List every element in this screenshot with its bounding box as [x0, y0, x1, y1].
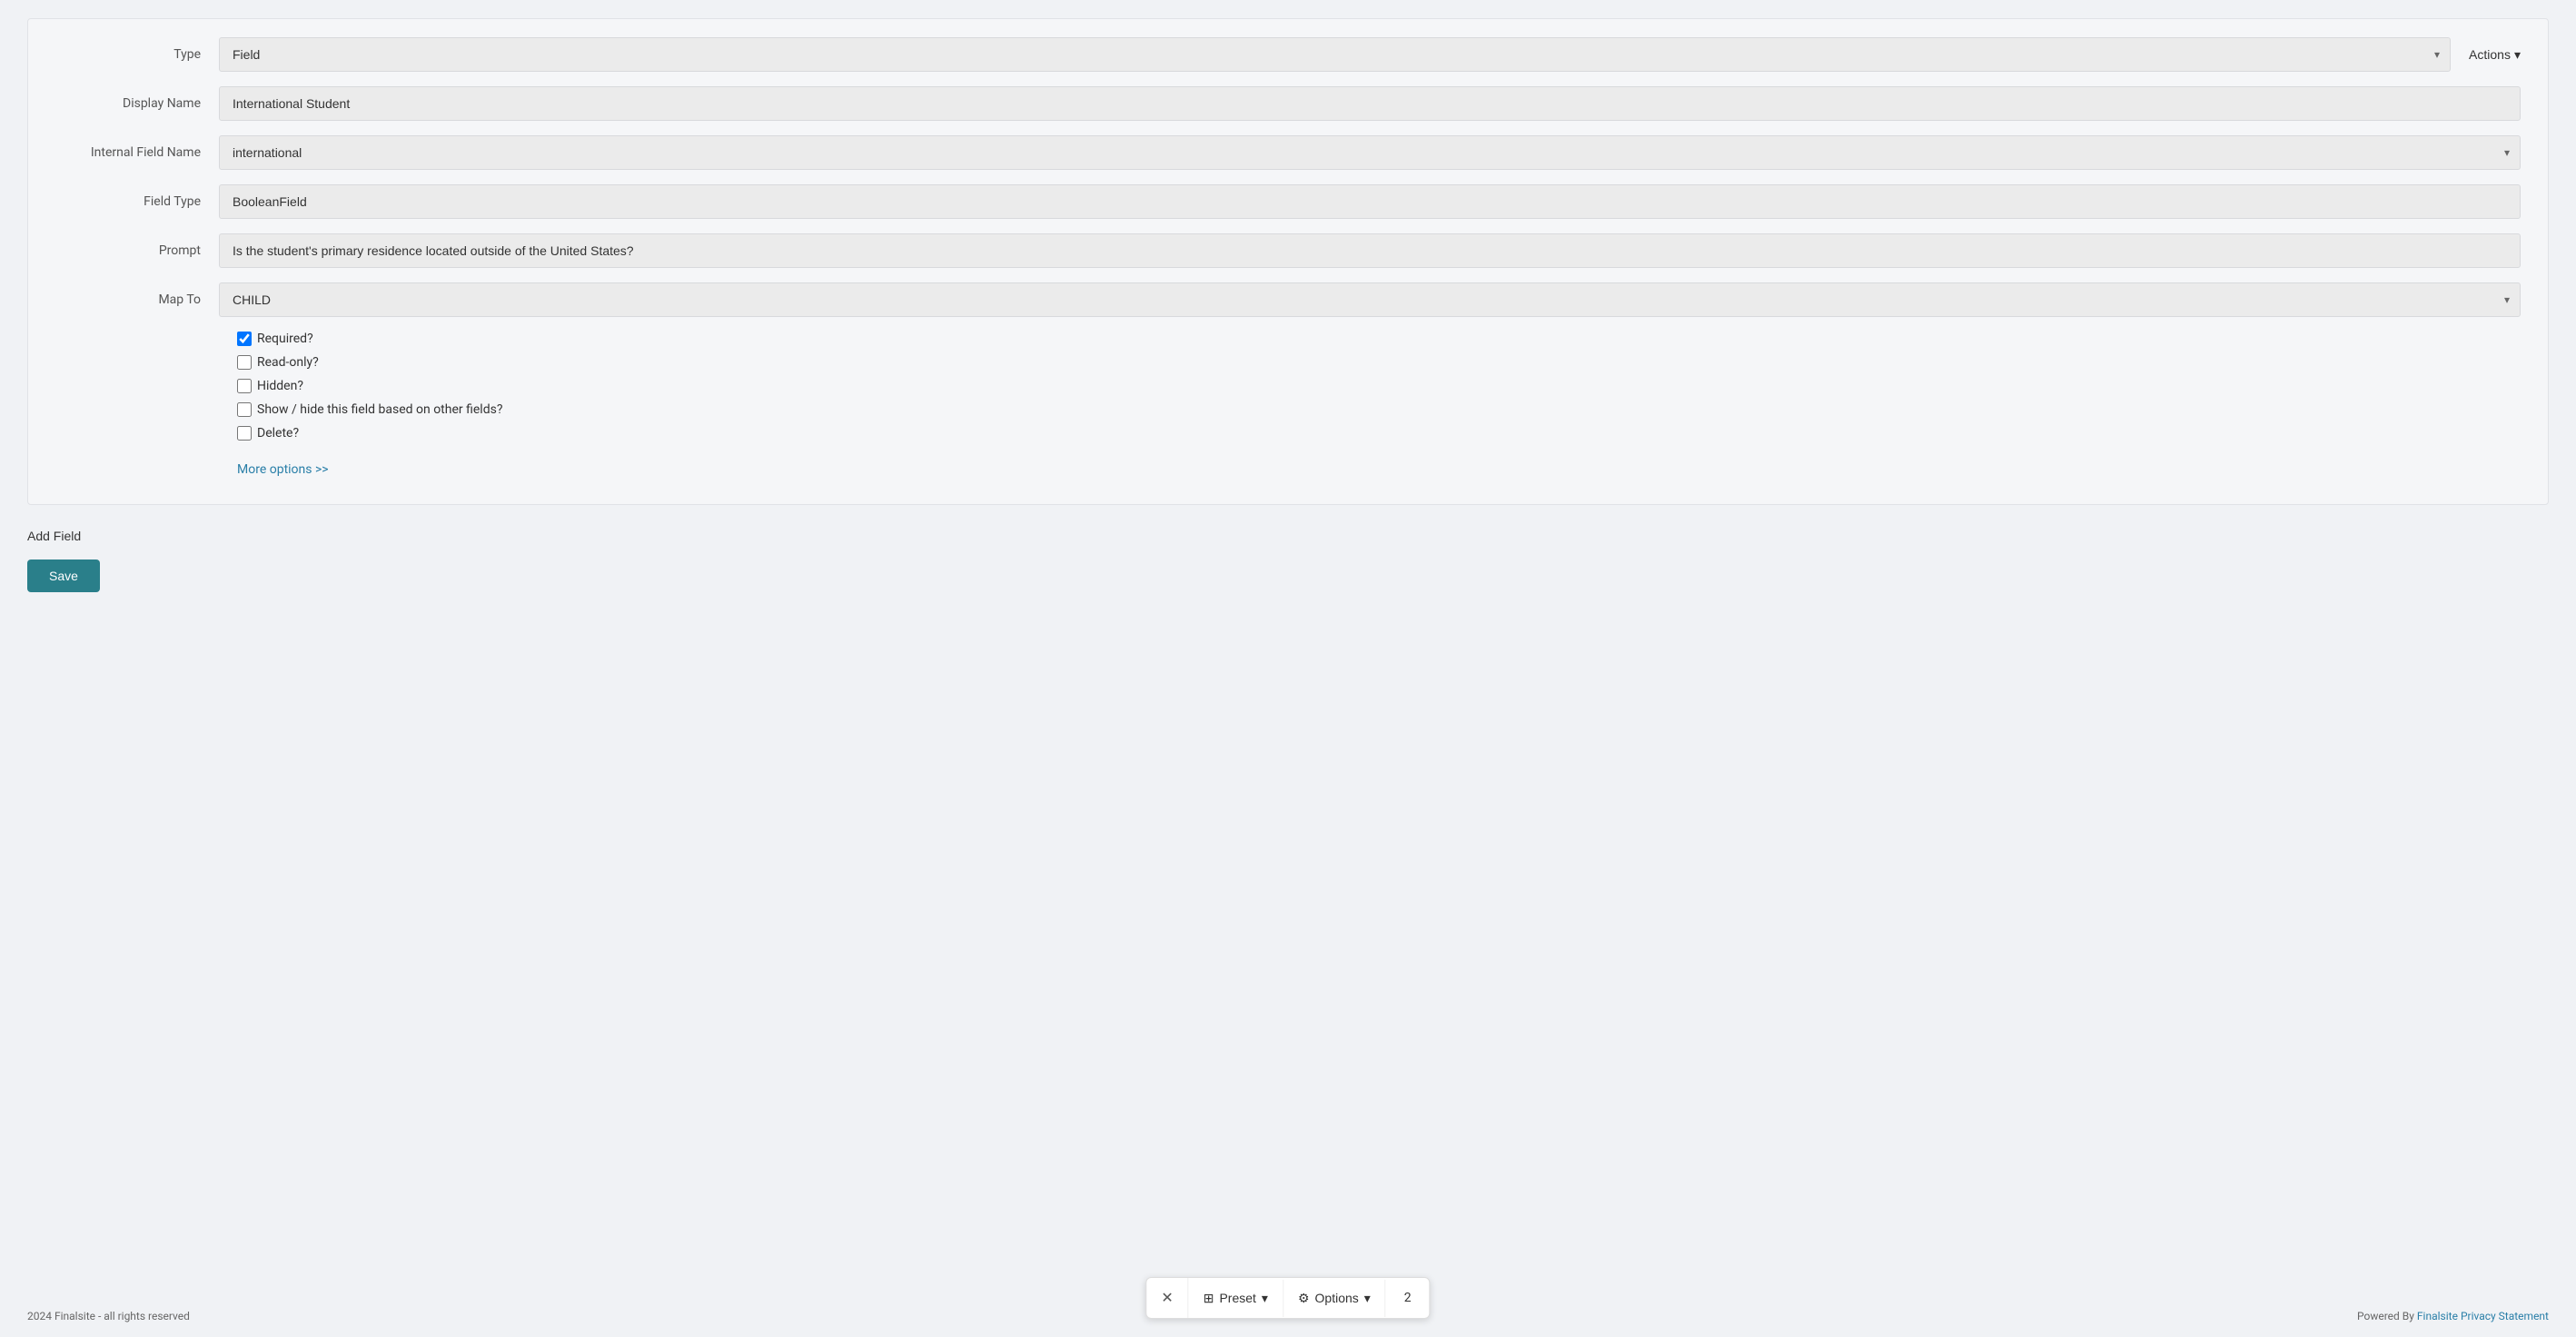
copyright-text: 2024 Finalsite - all rights reserved [27, 1310, 190, 1322]
powered-by-text: Powered By [2357, 1310, 2414, 1322]
type-row: Type Field ▾ Actions ▾ [55, 37, 2521, 72]
required-checkbox[interactable] [237, 332, 252, 346]
field-type-input[interactable] [219, 184, 2521, 219]
more-options-link[interactable]: More options >> [237, 462, 329, 477]
map-to-label: Map To [55, 292, 219, 307]
footer-right: Powered By Finalsite Privacy Statement [2357, 1310, 2549, 1322]
type-select-wrapper: Field ▾ [219, 37, 2451, 72]
form-container: Type Field ▾ Actions ▾ Display Name [27, 18, 2549, 505]
map-to-select[interactable]: CHILD [219, 282, 2521, 317]
delete-checkbox-item: Delete? [237, 426, 2521, 441]
spacer [27, 592, 2549, 647]
preset-icon: ⊞ [1204, 1291, 1214, 1306]
field-type-label: Field Type [55, 194, 219, 209]
prompt-row: Prompt [55, 233, 2521, 268]
field-type-row: Field Type [55, 184, 2521, 219]
prompt-label: Prompt [55, 243, 219, 258]
bottom-toolbar: ✕ ⊞ Preset ▾ ⚙ Options ▾ 2 [1145, 1277, 1430, 1319]
preset-chevron-icon: ▾ [1262, 1291, 1268, 1306]
display-name-label: Display Name [55, 96, 219, 111]
readonly-label: Read-only? [257, 355, 319, 370]
actions-chevron-icon: ▾ [2514, 47, 2521, 63]
page-wrapper: Type Field ▾ Actions ▾ Display Name [0, 0, 2576, 1337]
display-name-input[interactable] [219, 86, 2521, 121]
add-field-button[interactable]: Add Field [27, 523, 81, 549]
show-hide-label: Show / hide this field based on other fi… [257, 402, 502, 417]
checkboxes-wrapper: Required? Read-only? Hidden? Show / hide… [237, 332, 2521, 441]
actions-button[interactable]: Actions ▾ [2469, 47, 2521, 63]
main-content: Type Field ▾ Actions ▾ Display Name [0, 0, 2576, 1295]
type-label: Type [55, 47, 219, 62]
hidden-label: Hidden? [257, 379, 303, 393]
show-hide-checkbox[interactable] [237, 402, 252, 417]
delete-checkbox[interactable] [237, 426, 252, 441]
readonly-checkbox-item: Read-only? [237, 355, 2521, 370]
internal-field-name-label: Internal Field Name [55, 145, 219, 160]
delete-label: Delete? [257, 426, 299, 441]
finalsite-link[interactable]: Finalsite [2417, 1310, 2458, 1322]
map-to-wrapper: CHILD ▾ [219, 282, 2521, 317]
required-checkbox-item: Required? [237, 332, 2521, 346]
privacy-link[interactable]: Privacy Statement [2461, 1310, 2549, 1322]
toolbar-page-number: 2 [1386, 1280, 1430, 1316]
map-to-row: Map To CHILD ▾ [55, 282, 2521, 317]
internal-field-name-select[interactable]: international [219, 135, 2521, 170]
readonly-checkbox[interactable] [237, 355, 252, 370]
type-select[interactable]: Field [219, 37, 2451, 72]
required-label: Required? [257, 332, 313, 346]
toolbar-options-button[interactable]: ⚙ Options ▾ [1283, 1280, 1386, 1317]
preset-label: Preset [1219, 1291, 1255, 1305]
options-label: Options [1315, 1291, 1359, 1305]
actions-label: Actions [2469, 47, 2511, 62]
show-hide-checkbox-item: Show / hide this field based on other fi… [237, 402, 2521, 417]
hidden-checkbox[interactable] [237, 379, 252, 393]
toolbar-close-button[interactable]: ✕ [1146, 1278, 1188, 1318]
internal-field-name-row: Internal Field Name international ▾ [55, 135, 2521, 170]
options-chevron-icon: ▾ [1364, 1291, 1371, 1306]
hidden-checkbox-item: Hidden? [237, 379, 2521, 393]
toolbar-preset-button[interactable]: ⊞ Preset ▾ [1189, 1280, 1283, 1317]
internal-field-name-wrapper: international ▾ [219, 135, 2521, 170]
prompt-input[interactable] [219, 233, 2521, 268]
display-name-row: Display Name [55, 86, 2521, 121]
options-gear-icon: ⚙ [1298, 1291, 1310, 1306]
save-button[interactable]: Save [27, 560, 100, 592]
